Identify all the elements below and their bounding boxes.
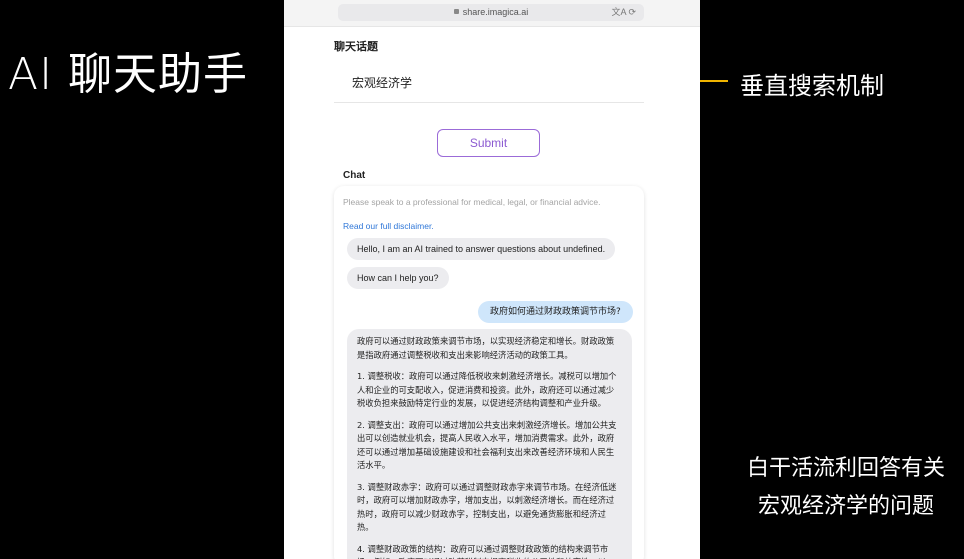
submit-button[interactable]: Submit bbox=[437, 129, 540, 157]
topic-divider bbox=[334, 102, 644, 103]
disclaimer-link[interactable]: Read our full disclaimer. bbox=[343, 221, 434, 231]
user-message: 政府如何通过财政政策调节市场? bbox=[478, 301, 633, 323]
chat-window[interactable]: Please speak to a professional for medic… bbox=[334, 186, 644, 559]
reload-icon[interactable]: 文A ⟳ bbox=[611, 4, 636, 21]
ai-answer-message: 政府可以通过财政政策来调节市场，以实现经济稳定和增长。财政政策是指政府通过调整税… bbox=[347, 329, 632, 559]
answer-paragraph: 3. 调整财政赤字：政府可以通过调整财政赤字来调节市场。在经济低迷时，政府可以增… bbox=[357, 481, 617, 533]
video-frame: AI 聊天助手 垂直搜索机制 白干活流利回答有关 宏观经济学的问题 share.… bbox=[0, 0, 964, 559]
right-caption: 垂直搜索机制 bbox=[740, 72, 884, 100]
bottom-caption: 白干活流利回答有关 宏观经济学的问题 bbox=[734, 450, 958, 526]
browser-panel: share.imagica.ai 文A ⟳ 聊天话题 宏观经济学 Submit … bbox=[284, 0, 700, 559]
topic-label: 聊天话题 bbox=[334, 40, 378, 53]
disclaimer-text: Please speak to a professional for medic… bbox=[343, 197, 601, 207]
answer-paragraph: 2. 调整支出：政府可以通过增加公共支出来刺激经济增长。增加公共支出可以创造就业… bbox=[357, 419, 617, 471]
answer-paragraph: 4. 调整财政政策的结构：政府可以通过调整财政政策的结构来调节市场。例如，政府可… bbox=[357, 543, 609, 559]
answer-paragraph: 1. 调整税收：政府可以通过降低税收来刺激经济增长。减税可以增加个人和企业的可支… bbox=[357, 371, 617, 408]
address-bar[interactable]: share.imagica.ai 文A ⟳ bbox=[338, 4, 644, 21]
bottom-caption-line1: 白干活流利回答有关 bbox=[746, 456, 945, 481]
chat-title: Chat bbox=[343, 170, 366, 181]
topic-input[interactable]: 宏观经济学 bbox=[352, 74, 412, 91]
bottom-caption-line2: 宏观经济学的问题 bbox=[757, 494, 934, 519]
url-text: share.imagica.ai bbox=[462, 7, 529, 17]
ai-message: Hello, I am an AI trained to answer ques… bbox=[347, 238, 616, 260]
answer-paragraph: 政府可以通过财政政策来调节市场，以实现经济稳定和增长。财政政策是指政府通过调整税… bbox=[357, 336, 615, 360]
lock-icon bbox=[453, 9, 459, 14]
ai-message: How can I help you? bbox=[347, 267, 449, 289]
browser-toolbar: share.imagica.ai 文A ⟳ bbox=[284, 0, 700, 27]
left-caption: AI 聊天助手 bbox=[8, 49, 249, 100]
